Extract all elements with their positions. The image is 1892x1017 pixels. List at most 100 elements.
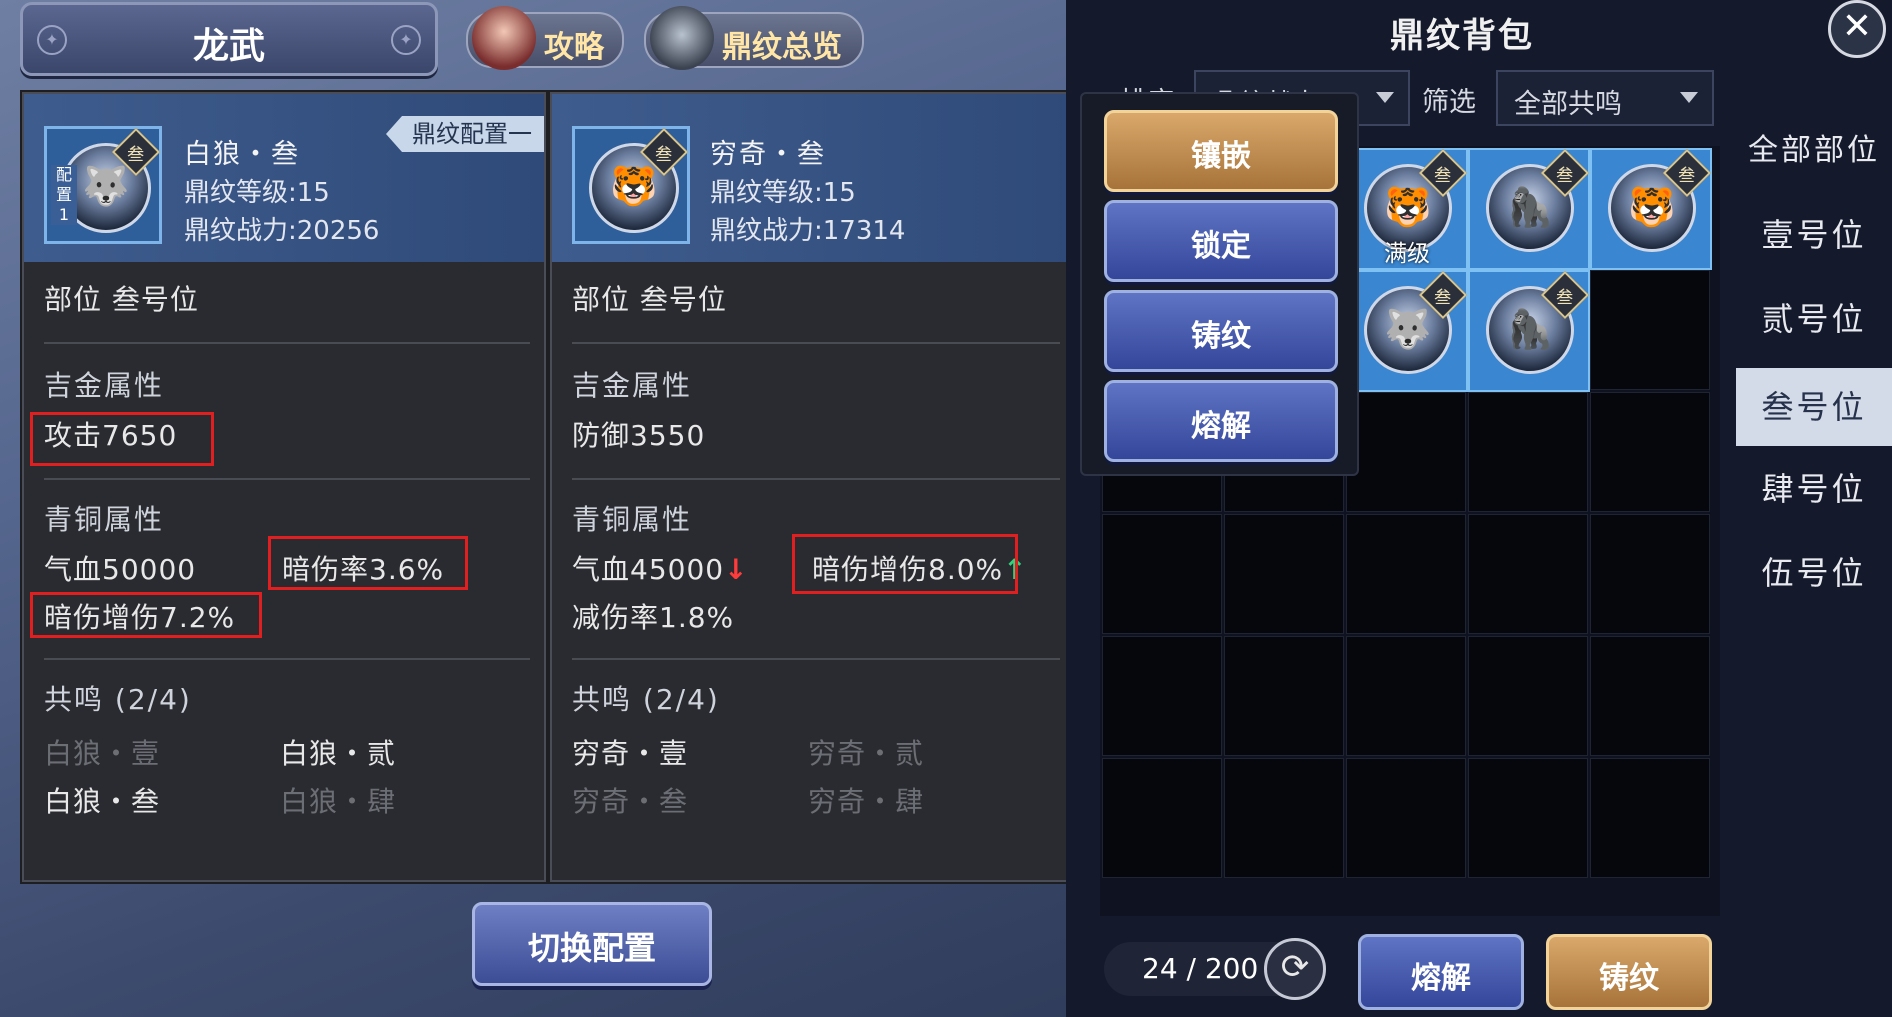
bag-slot[interactable] [1224, 514, 1344, 634]
melt-menu-button[interactable]: 熔解 [1104, 380, 1338, 462]
resonance-item: 白狼・贰 [280, 737, 397, 770]
resonance-item: 白狼・叁 [44, 785, 161, 818]
character-avatar-icon [472, 6, 536, 70]
gold-attr-value: 防御3550 [572, 419, 706, 452]
divider [44, 478, 530, 480]
bag-slot[interactable]: 🐯 叁 [1590, 148, 1712, 270]
card-header: 🐯 叁 穷奇・叁 鼎纹等级:15 鼎纹战力:17314 [552, 94, 1074, 262]
refresh-icon[interactable]: ⟳ [1264, 938, 1326, 1000]
bag-slot[interactable] [1346, 758, 1466, 878]
slot-filter-list: 全部部位 壹号位 贰号位 叁号位 肆号位 伍号位 [1736, 96, 1892, 836]
filter-label: 筛选 [1422, 87, 1476, 118]
compare-card: 🐯 叁 穷奇・叁 鼎纹等级:15 鼎纹战力:17314 部位 叁号位 吉金属性 … [550, 92, 1076, 882]
context-menu: 镶嵌 锁定 铸纹 熔解 [1080, 92, 1359, 476]
bag-slot[interactable]: 🦍 叁 [1468, 270, 1590, 392]
bag-slot[interactable] [1468, 758, 1588, 878]
resonance-item: 穷奇・肆 [808, 785, 925, 818]
page-title: 龙武 [192, 26, 265, 67]
side-item-all[interactable]: 全部部位 [1736, 112, 1892, 190]
resonance-item: 白狼・壹 [44, 737, 161, 770]
title-plate: ✦ 龙武 ✦ [20, 2, 438, 76]
side-item-5[interactable]: 伍号位 [1736, 534, 1892, 612]
equipped-card: 🐺 叁 配置1 白狼・叁 鼎纹等级:15 鼎纹战力:20256 鼎纹配置一 部位… [22, 92, 546, 882]
bag-slot[interactable] [1346, 636, 1466, 756]
bronze-reduce: 减伤率1.8% [572, 601, 735, 634]
bag-slot[interactable]: 🦍 叁 [1468, 148, 1590, 270]
resonance-title: 共鸣 (2/4) [44, 683, 192, 716]
bag-slot[interactable] [1590, 636, 1710, 756]
bag-slot[interactable]: 🐯 叁 满级 [1346, 148, 1468, 270]
config-ribbon: 鼎纹配置一 [386, 116, 544, 152]
highlight-box [792, 534, 1018, 594]
side-item-4[interactable]: 肆号位 [1736, 450, 1892, 528]
card-header: 🐺 叁 配置1 白狼・叁 鼎纹等级:15 鼎纹战力:20256 鼎纹配置一 [24, 94, 544, 262]
bag-slot[interactable]: 🐺 叁 [1346, 270, 1468, 392]
bag-slot[interactable] [1224, 758, 1344, 878]
bag-slot[interactable] [1590, 758, 1710, 878]
bag-count: 24 / 200 [1142, 952, 1259, 985]
bag-slot[interactable] [1102, 758, 1222, 878]
bag-slot[interactable] [1468, 392, 1588, 512]
bag-title: 鼎纹背包 [1390, 16, 1534, 56]
ornament-icon: ✦ [391, 25, 421, 55]
bronze-hp: 气血45000 [572, 553, 725, 586]
bag-slot[interactable] [1346, 392, 1466, 512]
side-item-2[interactable]: 贰号位 [1736, 280, 1892, 358]
divider [44, 658, 530, 660]
bag-slot[interactable] [1590, 392, 1710, 512]
emblem-frame[interactable]: 🐺 叁 配置1 [44, 126, 162, 244]
bronze-hp: 气血50000 [44, 553, 197, 586]
overview-button[interactable]: 鼎纹总览 [644, 6, 864, 70]
bag-slot[interactable] [1468, 514, 1588, 634]
filter-select[interactable]: 全部共鸣 [1496, 70, 1714, 126]
divider [572, 478, 1060, 480]
resonance-item: 穷奇・贰 [808, 737, 925, 770]
divider [572, 658, 1060, 660]
item-level: 鼎纹等级:15 [184, 178, 330, 208]
chevron-down-icon [1376, 92, 1394, 103]
side-item-3[interactable]: 叁号位 [1736, 368, 1892, 446]
close-icon[interactable]: ✕ [1828, 0, 1886, 58]
bronze-hp-row: 气血45000↓ [572, 548, 749, 588]
config-tag: 配置1 [51, 165, 77, 225]
resonance-item: 穷奇・壹 [572, 737, 689, 770]
melt-button[interactable]: 熔解 [1358, 934, 1524, 1010]
bronze-attr-title: 青铜属性 [44, 503, 165, 536]
switch-config-button[interactable]: 切换配置 [472, 902, 712, 986]
lock-button[interactable]: 锁定 [1104, 200, 1338, 282]
slot-label: 部位 叁号位 [44, 283, 199, 316]
bag-slot[interactable] [1224, 636, 1344, 756]
guide-label: 攻略 [544, 30, 604, 65]
bag-slot[interactable] [1468, 636, 1588, 756]
highlight-box [30, 592, 262, 638]
chevron-down-icon [1680, 92, 1698, 103]
bag-slot[interactable] [1346, 514, 1466, 634]
inlay-button[interactable]: 镶嵌 [1104, 110, 1338, 192]
side-item-1[interactable]: 壹号位 [1736, 196, 1892, 274]
forge-menu-button[interactable]: 铸纹 [1104, 290, 1338, 372]
gold-attr-title: 吉金属性 [572, 369, 693, 402]
bag-slot[interactable] [1102, 636, 1222, 756]
bag-slot[interactable] [1590, 270, 1710, 390]
highlight-box [30, 412, 214, 466]
resonance-item: 穷奇・叁 [572, 785, 689, 818]
divider [44, 342, 530, 344]
resonance-item: 白狼・肆 [280, 785, 397, 818]
bag-slot[interactable] [1102, 514, 1222, 634]
gold-attr-title: 吉金属性 [44, 369, 165, 402]
item-level: 鼎纹等级:15 [710, 178, 856, 208]
emblem-frame[interactable]: 🐯 叁 [572, 126, 690, 244]
item-power: 鼎纹战力:20256 [184, 216, 380, 246]
resonance-title: 共鸣 (2/4) [572, 683, 720, 716]
bag-slot[interactable] [1590, 514, 1710, 634]
max-level-label: 满级 [1384, 241, 1430, 267]
switch-config-label: 切换配置 [527, 929, 656, 967]
filter-value: 全部共鸣 [1514, 89, 1622, 120]
guide-button[interactable]: 攻略 [466, 6, 624, 70]
item-power: 鼎纹战力:17314 [710, 216, 906, 246]
divider [572, 342, 1060, 344]
forge-button[interactable]: 铸纹 [1546, 934, 1712, 1010]
overview-label: 鼎纹总览 [722, 30, 842, 65]
slot-label: 部位 叁号位 [572, 283, 727, 316]
cauldron-icon [650, 6, 714, 70]
